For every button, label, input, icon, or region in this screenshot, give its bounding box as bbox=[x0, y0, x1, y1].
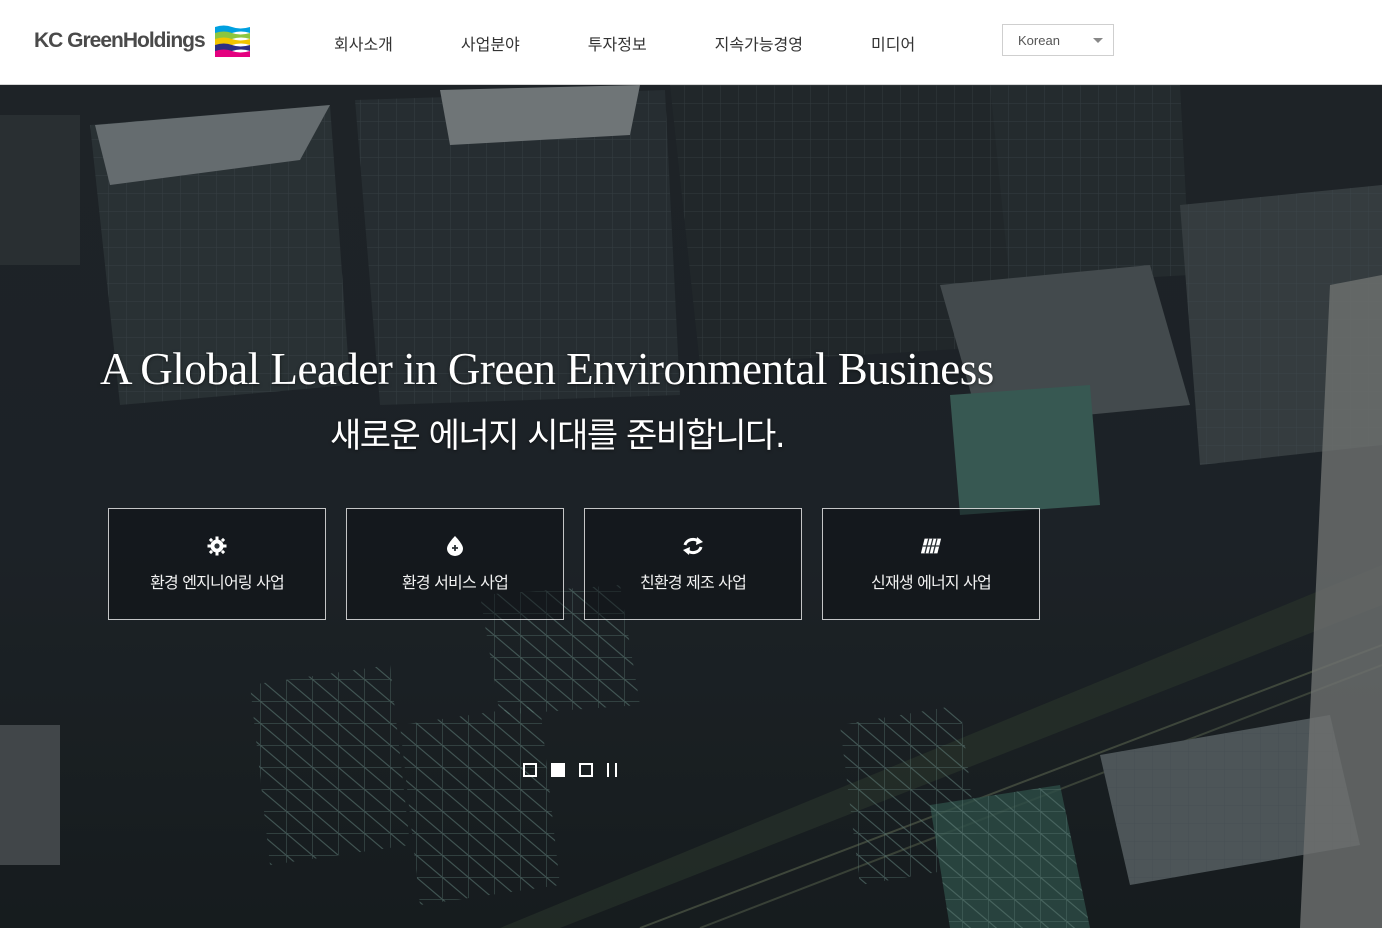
slide-dot-1[interactable] bbox=[523, 763, 537, 777]
slide-dot-2[interactable] bbox=[551, 763, 565, 777]
drop-icon bbox=[444, 535, 466, 557]
main-nav: 회사소개 사업분야 투자정보 지속가능경영 미디어 bbox=[300, 0, 949, 85]
hero-section: A Global Leader in Green Environmental B… bbox=[0, 85, 1382, 928]
business-label: 환경 서비스 사업 bbox=[401, 573, 509, 592]
business-manufacturing-button[interactable]: 친환경 제조 사업 bbox=[584, 508, 802, 620]
business-label: 신재생 에너지 사업 bbox=[871, 573, 992, 592]
gear-icon bbox=[206, 535, 228, 557]
hero-overlay bbox=[0, 85, 1382, 928]
logo-text: KC GreenHoldings bbox=[34, 29, 206, 52]
hero-subtitle: 새로운 에너지 시대를 준비합니다. bbox=[330, 416, 786, 456]
logo-mark-icon bbox=[214, 25, 250, 57]
business-label: 친환경 제조 사업 bbox=[639, 573, 747, 592]
language-select[interactable]: Korean bbox=[1002, 24, 1114, 56]
pause-icon[interactable] bbox=[607, 763, 617, 777]
hero-title: A Global Leader in Green Environmental B… bbox=[100, 344, 994, 394]
business-service-button[interactable]: 환경 서비스 사업 bbox=[346, 508, 564, 620]
language-value: Korean bbox=[1018, 32, 1060, 48]
business-label: 환경 엔지니어링 사업 bbox=[150, 573, 285, 592]
solar-panel-icon bbox=[920, 535, 942, 557]
nav-item-business[interactable]: 사업분야 bbox=[427, 31, 554, 55]
site-header: KC GreenHoldings 회사소개 사업분야 투자정보 지속가능경영 미… bbox=[0, 0, 1382, 85]
business-engineering-button[interactable]: 환경 엔지니어링 사업 bbox=[108, 508, 326, 620]
nav-item-sustainability[interactable]: 지속가능경영 bbox=[681, 31, 837, 55]
recycle-icon bbox=[682, 535, 704, 557]
logo[interactable]: KC GreenHoldings bbox=[34, 24, 250, 58]
slide-dot-3[interactable] bbox=[579, 763, 593, 777]
nav-item-media[interactable]: 미디어 bbox=[837, 31, 949, 55]
chevron-down-icon bbox=[1093, 38, 1103, 43]
nav-item-company[interactable]: 회사소개 bbox=[300, 31, 427, 55]
nav-item-investor[interactable]: 투자정보 bbox=[554, 31, 681, 55]
business-renewable-button[interactable]: 신재생 에너지 사업 bbox=[822, 508, 1040, 620]
slider-pager bbox=[523, 763, 617, 777]
